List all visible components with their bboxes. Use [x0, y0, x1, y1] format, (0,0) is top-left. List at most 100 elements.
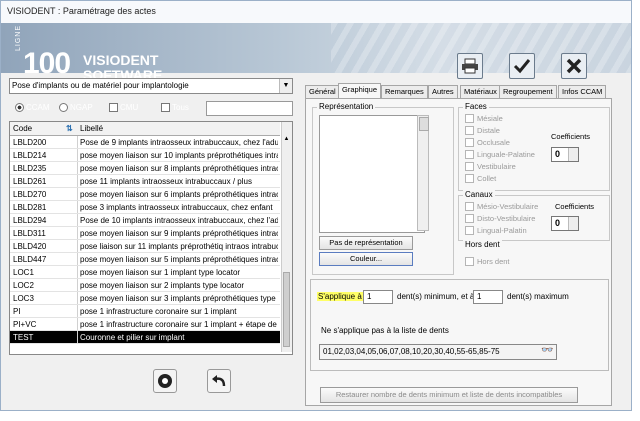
radio-ngap-dot: [59, 103, 68, 112]
checkbox-canaux-2[interactable]: Lingual-Palatin: [465, 226, 527, 235]
no-representation-button[interactable]: Pas de représentation: [319, 236, 413, 250]
row-code: LBLD420: [13, 242, 47, 251]
scroll-up-icon[interactable]: ▲: [283, 136, 290, 144]
table-row[interactable]: LBLD235 pose moyen liaison sur 8 implants…: [10, 162, 280, 175]
logo-ligne-text: LIGNE: [15, 24, 22, 51]
sort-arrow-icon[interactable]: ⇅: [66, 124, 73, 133]
checkbox-canaux-0[interactable]: Mésio-Vestibulaire: [465, 202, 538, 211]
column-divider: [77, 188, 78, 200]
checkbox-label: Mésio-Vestibulaire: [477, 202, 539, 211]
checkbox-box: [465, 174, 474, 183]
table-row[interactable]: LBLD420 pose liaison sur 11 implants prép…: [10, 240, 280, 253]
checkbox-canaux-1[interactable]: Disto-Vestibulaire: [465, 214, 535, 223]
table-row[interactable]: PI+VC pose 1 infrastructure coronaire sur…: [10, 318, 280, 331]
checkbox-faces-1[interactable]: Distale: [465, 126, 500, 135]
radio-ngap[interactable]: NGAP: [59, 103, 93, 112]
preview-scrollbar-thumb[interactable]: [419, 117, 429, 131]
table-row[interactable]: LBLD311 pose moyen liaison sur 9 implants…: [10, 227, 280, 240]
column-divider: [77, 331, 78, 343]
tab-2[interactable]: Remarques: [381, 85, 428, 99]
checkbox-faces-0[interactable]: Mésiale: [465, 114, 503, 123]
chevron-down-icon[interactable]: ▼: [279, 79, 292, 93]
excluded-teeth-field[interactable]: 01,02,03,04,05,06,07,08,10,20,30,40,55-6…: [319, 344, 557, 360]
checkbox-tous[interactable]: Tous: [161, 103, 189, 112]
close-button[interactable]: [561, 53, 587, 79]
table-row[interactable]: LOC3 pose moyen liaison sur 3 implants pr…: [10, 292, 280, 305]
table-row[interactable]: LBLD447 pose moyen liaison sur 5 implants…: [10, 253, 280, 266]
column-header-code[interactable]: Code: [13, 124, 32, 133]
column-divider: [77, 305, 78, 317]
search-input[interactable]: [206, 101, 293, 116]
table-row[interactable]: TEST Couronne et pilier sur implant: [10, 331, 280, 344]
column-divider: [77, 266, 78, 278]
table-row[interactable]: PI pose 1 infrastructure coronaire sur 1 …: [10, 305, 280, 318]
radio-ccam[interactable]: CCAM: [15, 103, 50, 112]
tab-0[interactable]: Général: [305, 85, 340, 99]
canaux-legend: Canaux: [463, 190, 495, 199]
row-code: TEST: [13, 333, 34, 342]
canaux-coefficient-value: 0: [555, 218, 561, 228]
undo-button[interactable]: [207, 369, 231, 393]
restore-teeth-button[interactable]: Restaurer nombre de dents minimum et lis…: [320, 387, 578, 403]
record-button[interactable]: [153, 369, 177, 393]
tab-6[interactable]: Infos CCAM: [558, 85, 607, 99]
tab-3[interactable]: Autres: [428, 85, 458, 99]
row-label: Pose de 9 implants intraosseux intrabucc…: [80, 138, 278, 147]
row-code: LBLD214: [13, 151, 47, 160]
tab-4[interactable]: Matériaux: [460, 85, 501, 99]
tab-5[interactable]: Regroupement: [499, 85, 557, 99]
spinner-arrows-icon[interactable]: [568, 148, 578, 161]
table-row[interactable]: LBLD200 Pose de 9 implants intraosseux in…: [10, 136, 280, 149]
spinner-arrows-icon[interactable]: [568, 217, 578, 230]
column-divider: [77, 292, 78, 304]
undo-icon: [212, 375, 226, 387]
binoculars-icon[interactable]: 👓: [541, 345, 553, 357]
radio-ngap-label: NGAP: [70, 103, 93, 112]
color-button[interactable]: Couleur...: [319, 252, 413, 266]
column-header-label[interactable]: Libellé: [80, 124, 103, 133]
min-teeth-value: 1: [367, 292, 372, 301]
min-teeth-input[interactable]: 1: [363, 290, 393, 304]
checkbox-box: [465, 150, 474, 159]
table-row[interactable]: LBLD294 Pose de 10 implants intraosseux i…: [10, 214, 280, 227]
row-label: pose moyen liaison sur 5 implants prépro…: [80, 255, 278, 264]
table-row[interactable]: LBLD281 pose 3 implants intraosseux intra…: [10, 201, 280, 214]
checkbox-hors-dent[interactable]: Hors dent: [465, 257, 510, 266]
checkbox-box: [465, 226, 474, 235]
checkbox-tous-label: Tous: [172, 103, 189, 112]
table-row[interactable]: LOC1 pose moyen liaison sur 1 implant typ…: [10, 266, 280, 279]
logo-name-line1: VISIODENT: [83, 52, 159, 68]
row-label: pose moyen liaison sur 1 implant type lo…: [80, 268, 241, 277]
column-divider: [77, 201, 78, 213]
max-teeth-input[interactable]: 1: [473, 290, 503, 304]
checkbox-box: [465, 138, 474, 147]
acts-table: Code ⇅ Libellé LBLD200 Pose de 9 implants…: [9, 121, 293, 355]
checkbox-hors-dent-box: [465, 257, 474, 266]
table-scrollbar[interactable]: ▲: [281, 122, 292, 352]
max-teeth-value: 1: [477, 292, 482, 301]
preview-scrollbar[interactable]: [417, 115, 429, 231]
print-button[interactable]: [457, 53, 483, 79]
table-row[interactable]: LOC2 pose moyen liaison sur 2 implants ty…: [10, 279, 280, 292]
checkbox-label: Vestibulaire: [477, 162, 516, 171]
checkbox-faces-2[interactable]: Occlusale: [465, 138, 510, 147]
column-divider: [77, 175, 78, 187]
canaux-coefficients-label: Coefficients: [555, 202, 595, 211]
table-row[interactable]: LBLD261 pose 11 implants intraosseux intr…: [10, 175, 280, 188]
validate-button[interactable]: [509, 53, 535, 79]
canaux-coefficient-spinner[interactable]: 0: [551, 216, 579, 231]
checkbox-label: Distale: [477, 126, 500, 135]
category-select[interactable]: Pose d'implants ou de matériel pour impl…: [9, 78, 293, 94]
table-row[interactable]: LBLD214 pose moyen liaison sur 10 implant…: [10, 149, 280, 162]
checkbox-faces-3[interactable]: Linguale-Palatine: [465, 150, 535, 159]
row-code: LOC3: [13, 294, 34, 303]
row-code: LBLD294: [13, 216, 47, 225]
scrollbar-thumb[interactable]: [283, 272, 290, 347]
table-row[interactable]: LBLD270 pose moyen liaison sur 6 implants…: [10, 188, 280, 201]
row-code: LBLD281: [13, 203, 47, 212]
checkbox-faces-5[interactable]: Collet: [465, 174, 496, 183]
checkbox-cmu[interactable]: CMU: [109, 103, 138, 112]
checkbox-hors-dent-label: Hors dent: [477, 257, 510, 266]
faces-coefficient-spinner[interactable]: 0: [551, 147, 579, 162]
checkbox-faces-4[interactable]: Vestibulaire: [465, 162, 516, 171]
